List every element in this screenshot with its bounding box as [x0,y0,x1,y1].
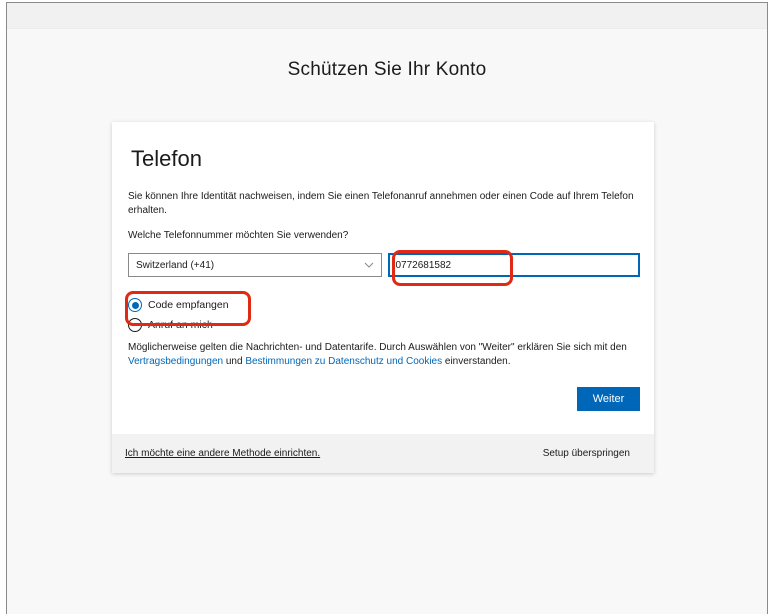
country-code-select[interactable]: Switzerland (+41) [128,253,382,277]
country-code-value: Switzerland (+41) [136,259,215,271]
card-footer: Ich möchte eine andere Methode einrichte… [112,434,654,473]
phone-entry-row: Switzerland (+41) [128,253,640,277]
phone-setup-card: Telefon Sie können Ihre Identität nachwe… [112,122,654,473]
terms-suffix: einverstanden. [442,356,511,367]
section-heading: Telefon [131,146,202,171]
terms-middle: und [223,356,246,367]
terms-text: Möglicherweise gelten die Nachrichten- u… [128,341,640,369]
skip-setup-link[interactable]: Setup überspringen [543,448,630,459]
other-method-link[interactable]: Ich möchte eine andere Methode einrichte… [125,448,320,459]
terms-prefix: Möglicherweise gelten die Nachrichten- u… [128,342,627,353]
page-title: Schützen Sie Ihr Konto [287,59,487,80]
browser-window: Schützen Sie Ihr Konto Telefon Sie könne… [6,2,768,614]
privacy-cookies-link[interactable]: Bestimmungen zu Datenschutz und Cookies [245,356,442,367]
highlight-box-radio [125,291,251,326]
phone-question-label: Welche Telefonnummer möchten Sie verwend… [128,230,349,241]
button-row: Weiter [128,387,640,411]
highlight-box-phone [392,250,513,286]
window-top-bar [7,3,767,29]
terms-of-use-link[interactable]: Vertragsbedingungen [128,356,223,367]
description-text: Sie können Ihre Identität nachweisen, in… [128,191,634,216]
chevron-down-icon [364,262,373,268]
next-button[interactable]: Weiter [577,387,640,411]
